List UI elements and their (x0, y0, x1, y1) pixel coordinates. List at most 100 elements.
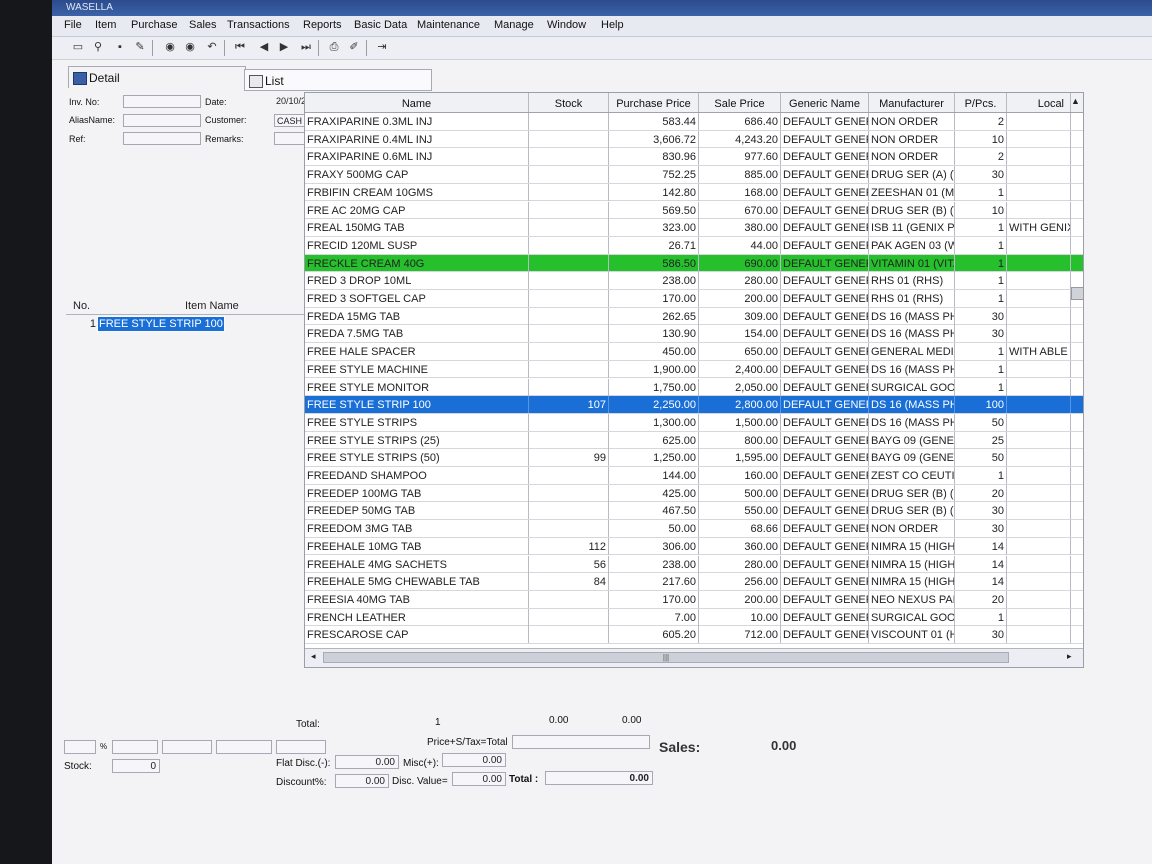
table-row[interactable]: FREE STYLE MONITOR 1,750.00 2,050.00 DEFAUL… (305, 378, 1083, 397)
list-item[interactable]: 1 FREE STYLE STRIP 100 (66, 316, 306, 332)
table-row[interactable]: FRBIFIN CREAM 10GMS 142.80 168.00 DEFAULT G… (305, 183, 1083, 202)
table-row[interactable]: FRESCAROSE CAP 605.20 712.00 DEFAULT GENER V… (305, 626, 1083, 644)
table-row[interactable]: FREE STYLE MACHINE 1,900.00 2,400.00 DEFAUL… (305, 360, 1083, 379)
menu-maintenance[interactable]: Maintenance (417, 19, 480, 31)
scroll-thumb[interactable]: ||| (323, 652, 1009, 663)
footer-field-1[interactable] (112, 740, 158, 754)
table-row[interactable]: FREEHALE 5MG CHEWABLE TAB 84 217.60 256.00 D… (305, 573, 1083, 591)
cell-sale-price: 800.00 (699, 431, 781, 449)
cell-sale-price: 977.60 (699, 148, 781, 166)
table-row[interactable]: FREEDOM 3MG TAB 50.00 68.66 DEFAULT GENER NO… (305, 520, 1083, 538)
table-row[interactable]: FREEDAND SHAMPOO 144.00 160.00 DEFAULT GENE… (305, 467, 1083, 485)
menu-purchase[interactable]: Purchase (131, 19, 177, 31)
inv-no-field[interactable] (123, 95, 201, 108)
table-row[interactable]: FRED 3 SOFTGEL CAP 170.00 200.00 DEFAULT GE… (305, 290, 1083, 308)
table-row[interactable]: FREE STYLE STRIPS (50) 99 1,250.00 1,595.00… (305, 449, 1083, 467)
tab-list[interactable]: List (244, 69, 432, 91)
edit-icon[interactable]: ✎ (132, 40, 148, 55)
cell-name: FREAL 150MG TAB (305, 219, 529, 237)
undo-icon[interactable]: ↶ (204, 40, 220, 55)
pay-icon[interactable]: ✐ (346, 40, 362, 55)
table-row[interactable]: FREAL 150MG TAB 323.00 380.00 DEFAULT GENER… (305, 219, 1083, 237)
menu-basic-data[interactable]: Basic Data (354, 19, 407, 31)
table-row[interactable]: FREDA 15MG TAB 262.65 309.00 DEFAULT GENER D… (305, 307, 1083, 326)
table-row[interactable]: FRENCH LEATHER 7.00 10.00 DEFAULT GENER SURG… (305, 608, 1083, 627)
table-row[interactable]: FREE STYLE STRIPS 1,300.00 1,500.00 DEFAULT… (305, 413, 1083, 432)
footer-field-2[interactable] (162, 740, 212, 754)
menu-window[interactable]: Window (547, 19, 586, 31)
menu-manage[interactable]: Manage (494, 19, 534, 31)
menu-reports[interactable]: Reports (303, 19, 342, 31)
menu-transactions[interactable]: Transactions (227, 19, 290, 31)
misc-field[interactable]: 0.00 (442, 753, 506, 767)
date-field[interactable]: 20/10/2 (274, 95, 306, 108)
table-row[interactable]: FRAXIPARINE 0.3ML INJ 583.44 686.40 DEFAULT… (305, 113, 1083, 131)
menu-file[interactable]: File (64, 19, 82, 31)
footer-field-4[interactable] (276, 740, 326, 754)
ref-field[interactable] (123, 132, 201, 145)
footer-field-3[interactable] (216, 740, 272, 754)
table-row[interactable]: FREDA 7.5MG TAB 130.90 154.00 DEFAULT GENER… (305, 325, 1083, 344)
table-row[interactable]: FREEHALE 4MG SACHETS 56 238.00 280.00 DEFAUL… (305, 555, 1083, 574)
cell-manufacturer: VISCOUNT 01 (H (869, 626, 955, 644)
cell-local (1007, 626, 1071, 644)
invoice-items-header: No. Item Name (66, 298, 306, 315)
col-manufacturer[interactable]: Manufacturer (869, 93, 955, 112)
table-row[interactable]: FRAXY 500MG CAP 752.25 885.00 DEFAULT GENER… (305, 166, 1083, 184)
table-row[interactable]: FREE HALE SPACER 450.00 650.00 DEFAULT GENE… (305, 343, 1083, 361)
menu-help[interactable]: Help (601, 19, 624, 31)
disc-pct-field[interactable] (64, 740, 96, 754)
menu-item[interactable]: Item (95, 19, 116, 31)
prev-icon[interactable]: ◀ (256, 40, 272, 55)
alias-name-field[interactable] (123, 114, 201, 127)
table-row[interactable]: FREEHALE 10MG TAB 112 306.00 360.00 DEFAULT … (305, 537, 1083, 556)
tab-detail[interactable]: Detail (68, 66, 246, 88)
last-record-icon[interactable]: ◉ (182, 40, 198, 55)
sort-up-icon[interactable]: ▲ (1071, 96, 1080, 106)
table-row[interactable]: FREEDEP 50MG TAB 467.50 550.00 DEFAULT GENE… (305, 502, 1083, 521)
tab-list-label: List (265, 74, 284, 88)
table-row[interactable]: FREEDEP 100MG TAB 425.00 500.00 DEFAULT GEN… (305, 484, 1083, 503)
scroll-right-icon[interactable]: ▸ (1067, 651, 1072, 662)
menu-sales[interactable]: Sales (189, 19, 217, 31)
col-pcs[interactable]: P/Pcs. (955, 93, 1007, 112)
scroll-left-icon[interactable]: ◂ (311, 651, 316, 662)
col-name[interactable]: Name (305, 93, 529, 112)
table-row[interactable]: FRAXIPARINE 0.4ML INJ 3,606.72 4,243.20 DEF… (305, 130, 1083, 149)
new-icon[interactable]: ▭ (70, 40, 86, 55)
first-record-icon[interactable]: ◉ (162, 40, 178, 55)
table-row[interactable]: FREE STYLE STRIP 100 107 2,250.00 2,800.00 D… (305, 396, 1083, 414)
cell-purchase-price: 170.00 (609, 290, 699, 307)
next-icon[interactable]: ▶ (276, 40, 292, 55)
remarks-field[interactable] (274, 132, 306, 145)
export-icon[interactable]: ⇥ (374, 40, 390, 55)
horizontal-scrollbar[interactable]: ◂ ||| ▸ (305, 648, 1083, 667)
customer-field[interactable]: CASH (274, 114, 306, 127)
print-icon[interactable]: ⎙ (326, 40, 342, 55)
table-row[interactable]: FREE STYLE STRIPS (25) 625.00 800.00 DEFAUL… (305, 431, 1083, 450)
table-row[interactable]: FRECKLE CREAM 40G 586.50 690.00 DEFAULT GEN… (305, 254, 1083, 273)
last-page-icon[interactable]: ⏭ (298, 40, 314, 55)
col-stock[interactable]: Stock (529, 93, 609, 112)
discount-pct-field[interactable]: 0.00 (335, 774, 389, 788)
table-row[interactable]: FRED 3 DROP 10ML 238.00 280.00 DEFAULT GENE… (305, 272, 1083, 290)
first-page-icon[interactable]: ⏮ (232, 40, 248, 55)
table-row[interactable]: FRAXIPARINE 0.6ML INJ 830.96 977.60 DEFAULT… (305, 148, 1083, 167)
col-local[interactable]: Local (1007, 93, 1071, 112)
col-generic-name[interactable]: Generic Name (781, 93, 869, 112)
table-row[interactable]: FRECID 120ML SUSP 26.71 44.00 DEFAULT GENER… (305, 236, 1083, 255)
col-purchase-price[interactable]: Purchase Price (609, 93, 699, 112)
flat-disc-field[interactable]: 0.00 (335, 755, 399, 769)
cell-generic-name: DEFAULT GENER (781, 166, 869, 184)
table-row[interactable]: FRE AC 20MG CAP 569.50 670.00 DEFAULT GENER… (305, 201, 1083, 220)
find-icon[interactable]: ⚲ (90, 40, 106, 55)
save-icon[interactable]: ▪ (112, 40, 128, 55)
price-stax-total-field[interactable] (512, 735, 650, 749)
cell-stock (529, 130, 609, 148)
item-lookup-grid[interactable]: Name Stock Purchase Price Sale Price Gen… (304, 92, 1084, 668)
table-row[interactable]: FREESIA 40MG TAB 170.00 200.00 DEFAULT GENE… (305, 590, 1083, 609)
col-sale-price[interactable]: Sale Price (699, 93, 781, 112)
cell-pcs: 1 (955, 236, 1007, 254)
cell-pcs: 100 (955, 396, 1007, 414)
vertical-scroll-thumb[interactable] (1071, 287, 1084, 300)
